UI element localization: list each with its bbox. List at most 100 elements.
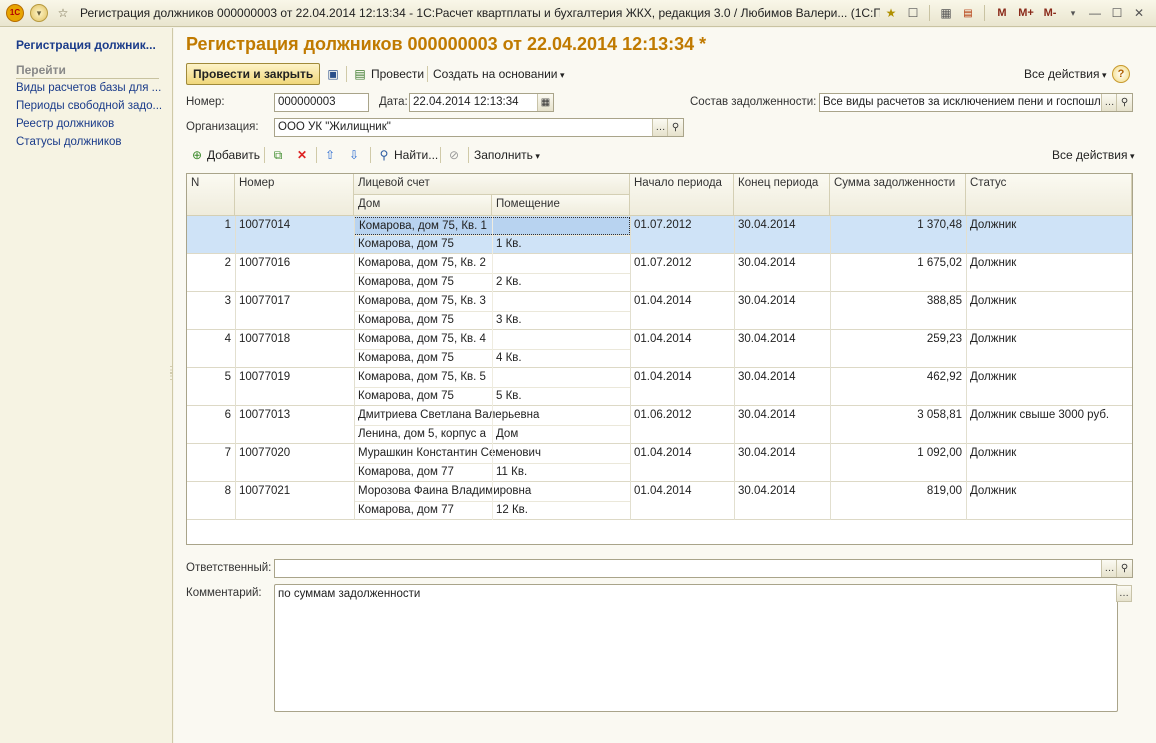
- find-button[interactable]: Найти...: [394, 148, 438, 162]
- cell-house[interactable]: Комарова, дом 75: [354, 350, 492, 366]
- cell-sum[interactable]: 3 058,81: [830, 407, 966, 423]
- search-icon[interactable]: ⚲: [376, 147, 392, 163]
- cell-room[interactable]: 3 Кв.: [492, 312, 630, 328]
- copy-row-icon[interactable]: ⧉: [270, 147, 286, 163]
- cell-status[interactable]: Должник: [966, 293, 1132, 309]
- cell-house[interactable]: Комарова, дом 75: [354, 388, 492, 404]
- select-ellipsis-icon[interactable]: …: [1101, 94, 1117, 111]
- bookmark-icon[interactable]: ☐: [904, 4, 922, 22]
- col-header-status[interactable]: Статус: [966, 174, 1132, 216]
- cell-sum[interactable]: 462,92: [830, 369, 966, 385]
- post-icon[interactable]: ▤: [352, 66, 368, 82]
- cell-number[interactable]: 10077017: [235, 293, 354, 309]
- help-icon[interactable]: ?: [1112, 65, 1130, 83]
- cell-number[interactable]: 10077021: [235, 483, 354, 499]
- open-search-icon[interactable]: ⚲: [667, 119, 683, 136]
- col-header-n[interactable]: N: [187, 174, 235, 216]
- number-field[interactable]: 000000003: [274, 93, 369, 112]
- cell-start[interactable]: 01.07.2012: [630, 217, 734, 233]
- cell-number[interactable]: 10077018: [235, 331, 354, 347]
- cell-start[interactable]: 01.04.2014: [630, 483, 734, 499]
- close-icon[interactable]: ✕: [1130, 4, 1148, 22]
- cell-sum[interactable]: 819,00: [830, 483, 966, 499]
- cell-status[interactable]: Должник свыше 3000 руб.: [966, 407, 1132, 423]
- select-ellipsis-icon[interactable]: …: [1101, 560, 1117, 577]
- app-logo-icon[interactable]: 1С: [6, 4, 24, 22]
- maximize-icon[interactable]: ☐: [1108, 4, 1126, 22]
- cell-end[interactable]: 30.04.2014: [734, 407, 830, 423]
- cell-end[interactable]: 30.04.2014: [734, 369, 830, 385]
- comment-ellipsis-icon[interactable]: …: [1116, 585, 1132, 602]
- cell-end[interactable]: 30.04.2014: [734, 255, 830, 271]
- cell-number[interactable]: 10077019: [235, 369, 354, 385]
- move-down-icon[interactable]: ⇩: [346, 147, 362, 163]
- comment-textarea[interactable]: по суммам задолженности: [274, 584, 1118, 712]
- delete-icon[interactable]: ✕: [294, 147, 310, 163]
- select-ellipsis-icon[interactable]: …: [652, 119, 668, 136]
- cell-start[interactable]: 01.04.2014: [630, 293, 734, 309]
- cell-room[interactable]: 5 Кв.: [492, 388, 630, 404]
- memory-plus-button[interactable]: M+: [1016, 4, 1036, 22]
- favorites-star-icon[interactable]: ☆: [54, 4, 72, 22]
- window-menu-icon[interactable]: ▾: [1064, 4, 1082, 22]
- cell-end[interactable]: 30.04.2014: [734, 445, 830, 461]
- post-and-close-button[interactable]: Провести и закрыть: [186, 63, 321, 85]
- cell-n[interactable]: 8: [187, 483, 235, 499]
- cell-number[interactable]: 10077014: [235, 217, 354, 233]
- cell-n[interactable]: 2: [187, 255, 235, 271]
- all-actions-menu[interactable]: Все действия: [1024, 67, 1107, 81]
- cancel-search-icon[interactable]: ⊘: [446, 147, 462, 163]
- table-all-actions-menu[interactable]: Все действия: [1052, 148, 1135, 162]
- move-up-icon[interactable]: ⇧: [322, 147, 338, 163]
- cell-sum[interactable]: 259,23: [830, 331, 966, 347]
- add-button[interactable]: Добавить: [207, 148, 260, 162]
- memory-minus-button[interactable]: M-: [1040, 4, 1060, 22]
- cell-start[interactable]: 01.06.2012: [630, 407, 734, 423]
- col-header-account[interactable]: Лицевой счет: [354, 174, 630, 195]
- memory-m-button[interactable]: M: [992, 4, 1012, 22]
- cell-number[interactable]: 10077020: [235, 445, 354, 461]
- open-search-icon[interactable]: ⚲: [1116, 560, 1132, 577]
- cell-start[interactable]: 01.04.2014: [630, 445, 734, 461]
- date-field[interactable]: 22.04.2014 12:13:34: [409, 93, 554, 112]
- cell-number[interactable]: 10077016: [235, 255, 354, 271]
- col-header-room[interactable]: Помещение: [492, 195, 630, 216]
- cell-status[interactable]: Должник: [966, 369, 1132, 385]
- cell-end[interactable]: 30.04.2014: [734, 293, 830, 309]
- cell-status[interactable]: Должник: [966, 445, 1132, 461]
- cell-start[interactable]: 01.04.2014: [630, 331, 734, 347]
- cell-sum[interactable]: 388,85: [830, 293, 966, 309]
- cell-number[interactable]: 10077013: [235, 407, 354, 423]
- cell-status[interactable]: Должник: [966, 331, 1132, 347]
- cell-n[interactable]: 4: [187, 331, 235, 347]
- cell-end[interactable]: 30.04.2014: [734, 331, 830, 347]
- cell-sum[interactable]: 1 092,00: [830, 445, 966, 461]
- cell-n[interactable]: 5: [187, 369, 235, 385]
- cell-room[interactable]: 2 Кв.: [492, 274, 630, 290]
- nav-link-debtor-statuses[interactable]: Статусы должников: [16, 136, 122, 148]
- debt-composition-field[interactable]: Все виды расчетов за исключением пени и …: [819, 93, 1133, 112]
- create-based-on-menu[interactable]: Создать на основании: [433, 67, 565, 81]
- cell-end[interactable]: 30.04.2014: [734, 217, 830, 233]
- cell-sum[interactable]: 1 370,48: [830, 217, 966, 233]
- cell-n[interactable]: 6: [187, 407, 235, 423]
- post-button[interactable]: Провести: [371, 67, 424, 81]
- minimize-icon[interactable]: —: [1086, 4, 1104, 22]
- cell-sum[interactable]: 1 675,02: [830, 255, 966, 271]
- cell-n[interactable]: 1: [187, 217, 235, 233]
- cell-house[interactable]: Комарова, дом 77: [354, 502, 492, 518]
- col-header-start[interactable]: Начало периода: [630, 174, 734, 216]
- cell-status[interactable]: Должник: [966, 217, 1132, 233]
- save-icon[interactable]: ▣: [325, 66, 341, 82]
- add-favorite-icon[interactable]: ★: [882, 4, 900, 22]
- cell-room[interactable]: 12 Кв.: [492, 502, 630, 518]
- calendar-picker-icon[interactable]: ▦: [537, 94, 553, 111]
- cell-room[interactable]: 1 Кв.: [492, 236, 630, 252]
- cell-room[interactable]: 11 Кв.: [492, 464, 630, 480]
- calendar-icon[interactable]: ▤: [959, 4, 977, 22]
- cell-room[interactable]: Дом: [492, 426, 630, 442]
- cell-house[interactable]: Комарова, дом 75: [354, 236, 492, 252]
- cell-start[interactable]: 01.04.2014: [630, 369, 734, 385]
- cell-house[interactable]: Комарова, дом 75: [354, 312, 492, 328]
- open-search-icon[interactable]: ⚲: [1116, 94, 1132, 111]
